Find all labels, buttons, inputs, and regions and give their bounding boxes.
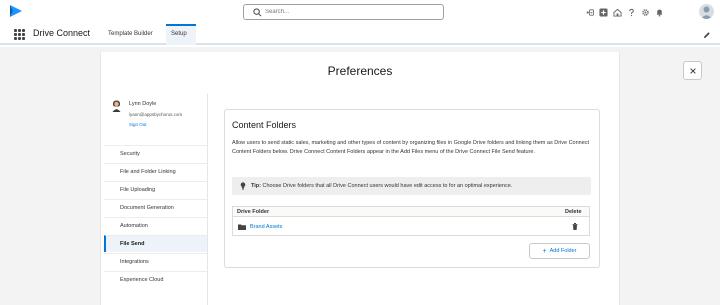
global-search[interactable]: [243, 4, 444, 20]
sidebar-item-file-uploading[interactable]: File Uploading: [104, 181, 207, 198]
lightbulb-icon: [240, 182, 246, 190]
sidebar-item-file-and-folder-linking[interactable]: File and Folder Linking: [104, 163, 207, 180]
sidebar-item-automation[interactable]: Automation: [104, 217, 207, 234]
tab-template-builder[interactable]: Template Builder: [108, 31, 153, 37]
add-folder-label: Add Folder: [549, 248, 577, 254]
sidebar-item-label: File Uploading: [120, 187, 156, 193]
tab-setup[interactable]: Setup: [166, 24, 196, 45]
global-header: [0, 0, 720, 24]
header-actions: [584, 5, 665, 19]
sidebar-item-document-generation[interactable]: Document Generation: [104, 199, 207, 216]
delete-icon[interactable]: [572, 223, 578, 230]
tip-box: Tip: Choose Drive folders that all Drive…: [232, 177, 591, 195]
user-email: lyann@appsbychorus.com: [129, 112, 183, 117]
app-name: Drive Connect: [33, 28, 91, 38]
sidebar-item-experience-cloud[interactable]: Experience Cloud: [104, 271, 207, 288]
tip-text: Tip: Choose Drive folders that all Drive…: [251, 183, 512, 189]
sidebar-item-label: Experience Cloud: [120, 277, 164, 283]
sidebar-item-label: Document Generation: [120, 205, 174, 211]
sidebar-item-label: File and Folder Linking: [120, 169, 176, 175]
column-header-delete: Delete: [565, 209, 582, 215]
sidebar-item-file-send[interactable]: File Send: [104, 235, 207, 252]
bell-icon[interactable]: [654, 7, 665, 18]
home-icon[interactable]: [612, 7, 623, 18]
folder-link[interactable]: Brand Assets: [250, 224, 282, 230]
add-icon[interactable]: [598, 7, 609, 18]
folder-icon: [238, 224, 246, 230]
help-icon[interactable]: [626, 7, 637, 18]
add-folder-button[interactable]: + Add Folder: [529, 243, 590, 259]
user-name: Lynn Doyle: [129, 101, 157, 107]
sidebar-item-label: Integrations: [120, 259, 149, 265]
drive-connect-logo-icon[interactable]: [9, 4, 23, 18]
plus-icon: +: [542, 247, 547, 255]
tip-label: Tip:: [251, 182, 261, 189]
tip-message: Choose Drive folders that all Drive Conn…: [262, 182, 513, 189]
edit-nav-icon[interactable]: [703, 31, 711, 39]
setup-menu-icon[interactable]: [584, 7, 595, 18]
sidebar-item-integrations[interactable]: Integrations: [104, 253, 207, 270]
sign-out-link[interactable]: Sign Out: [129, 122, 147, 127]
sidebar-item-label: File Send: [120, 241, 145, 247]
app-navigation: Drive Connect Template Builder Setup: [0, 24, 720, 45]
search-icon: [253, 8, 262, 17]
section-description: Allow users to send static sales, market…: [232, 140, 590, 155]
gear-icon[interactable]: [640, 7, 651, 18]
table-row: Brand Assets: [233, 218, 589, 236]
page-title: Preferences: [327, 64, 393, 78]
sidebar-item-security[interactable]: Security: [104, 145, 207, 162]
close-button[interactable]: [683, 61, 702, 80]
close-icon: [689, 67, 696, 74]
search-input[interactable]: [265, 6, 435, 18]
sidebar-item-label: Security: [120, 151, 140, 157]
table-header: Drive Folder Delete: [233, 207, 589, 217]
drive-folder-table: Drive Folder Delete Brand Assets: [232, 206, 590, 236]
column-header-drive-folder: Drive Folder: [237, 209, 270, 215]
section-title: Content Folders: [232, 120, 297, 130]
avatar[interactable]: [699, 4, 714, 19]
app-launcher-icon[interactable]: [14, 29, 25, 40]
sidebar-item-label: Automation: [120, 223, 148, 229]
user-avatar: [112, 100, 121, 112]
tab-setup-label: Setup: [171, 31, 187, 37]
